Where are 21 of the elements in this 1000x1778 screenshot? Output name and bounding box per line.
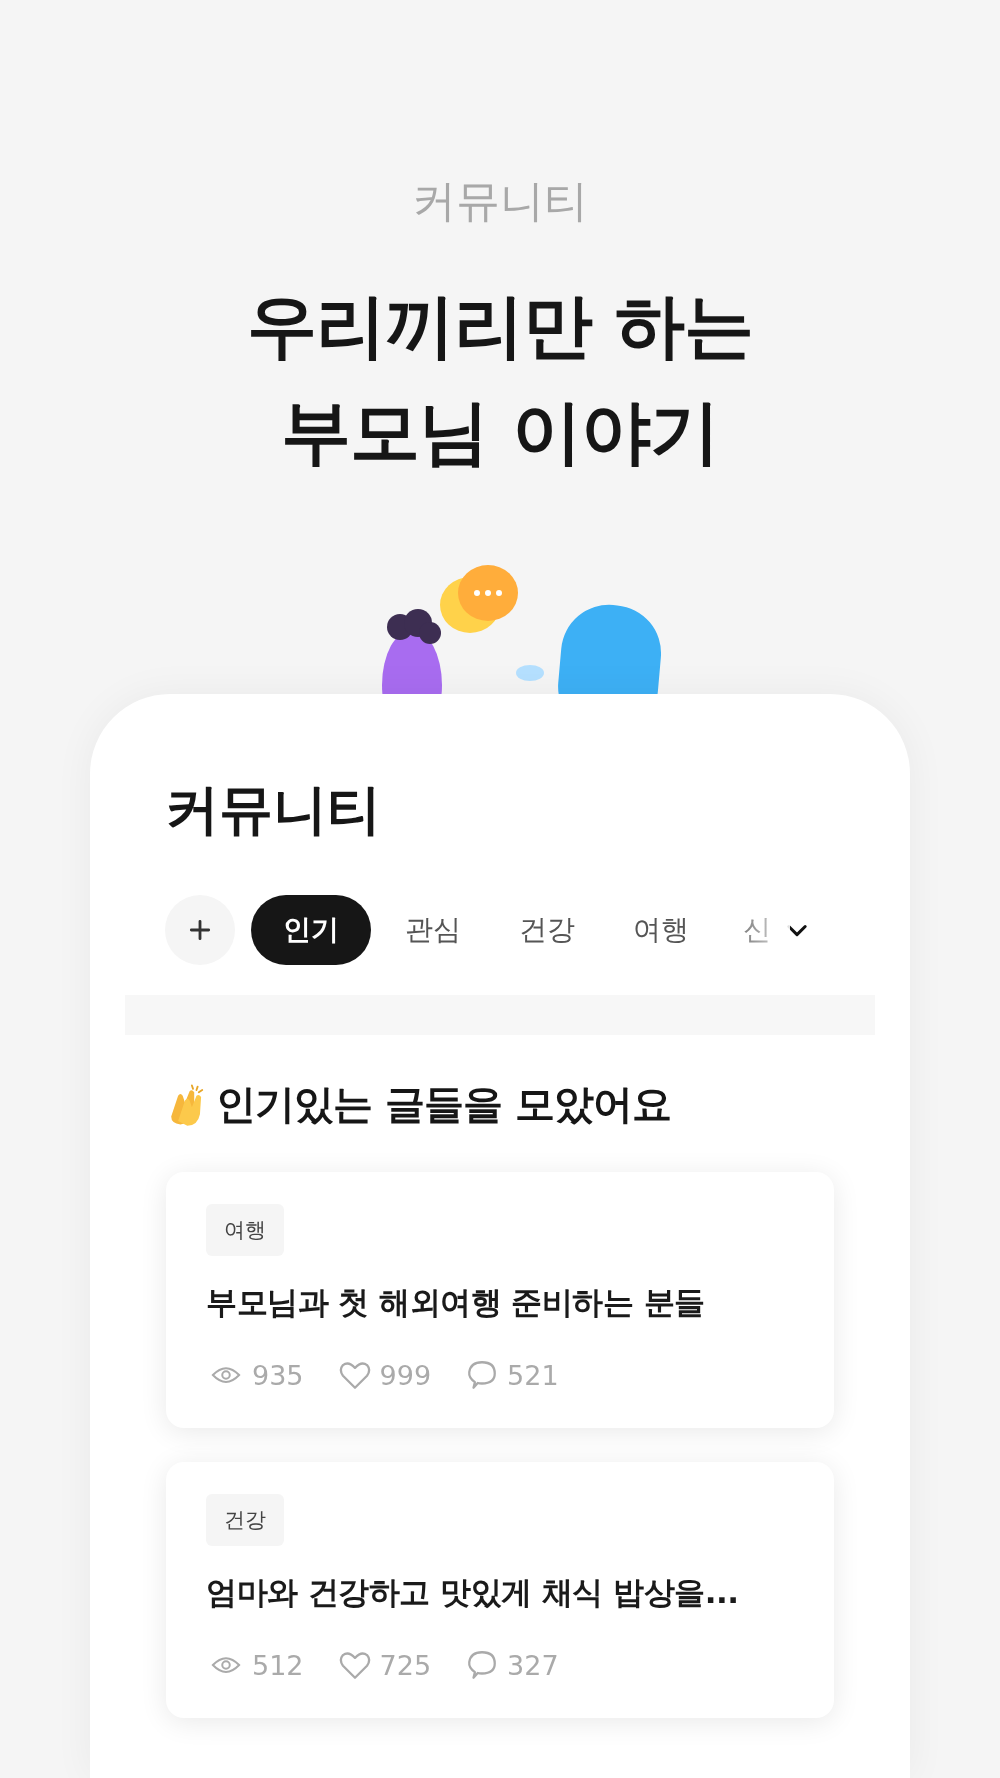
- category-tag: 여행: [206, 1204, 284, 1256]
- post-card[interactable]: 여행 부모님과 첫 해외여행 준비하는 분들 935 999 521: [166, 1172, 834, 1428]
- like-count: 999: [379, 1359, 432, 1391]
- eyebrow-title: 커뮤니티: [412, 174, 588, 228]
- view-count: 512: [252, 1649, 304, 1681]
- screen-title: 커뮤니티: [165, 777, 382, 843]
- post-title: 엄마와 건강하고 맛있게 채식 밥상을...: [206, 1573, 739, 1612]
- plus-icon: [187, 917, 213, 943]
- view-count: 935: [252, 1359, 304, 1391]
- post-title: 부모님과 첫 해외여행 준비하는 분들: [206, 1283, 705, 1322]
- post-card[interactable]: 건강 엄마와 건강하고 맛있게 채식 밥상을... 512 725 327: [166, 1462, 834, 1718]
- category-tab[interactable]: 건강: [495, 895, 599, 965]
- category-tab[interactable]: 인기: [251, 895, 371, 965]
- category-tab[interactable]: 관심: [381, 895, 485, 965]
- category-tab[interactable]: 여행: [609, 895, 713, 965]
- section-title: 인기있는 글들을 모았어요: [216, 1080, 671, 1129]
- headline: 우리끼리만 하는 부모님 이야기: [246, 284, 754, 475]
- category-tag: 건강: [206, 1494, 284, 1546]
- like-count: 725: [379, 1649, 432, 1681]
- comment-count: 327: [507, 1649, 559, 1681]
- comment-count: 521: [507, 1359, 559, 1391]
